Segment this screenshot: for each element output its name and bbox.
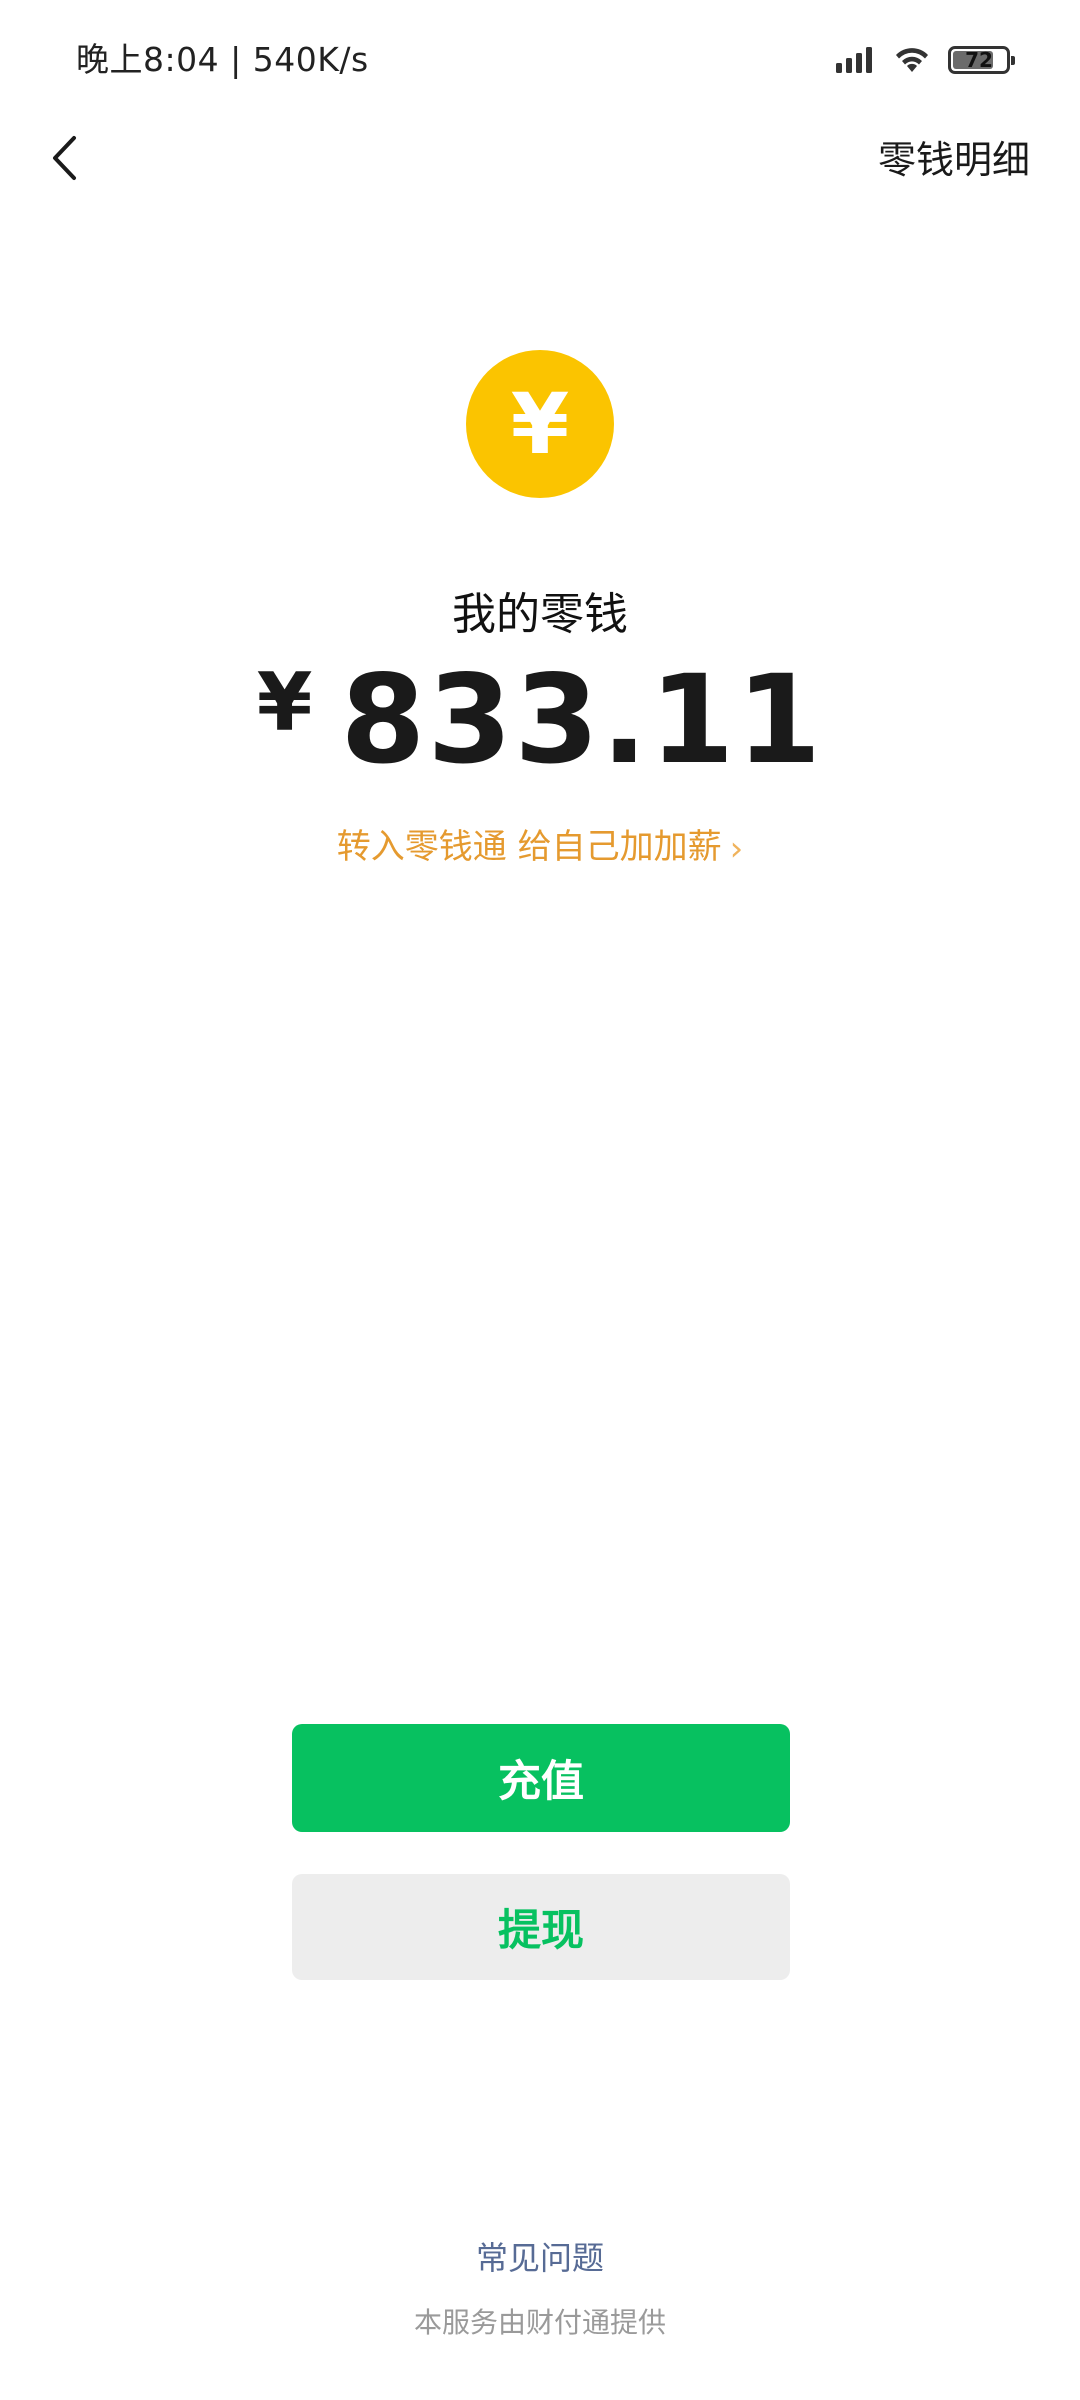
withdraw-button[interactable]: 提现 bbox=[292, 1874, 790, 1980]
status-icons: 72 bbox=[836, 40, 1015, 80]
wifi-icon bbox=[896, 48, 928, 72]
status-time: 晚上8:04 | 540K/s bbox=[76, 40, 369, 79]
gesture-bar bbox=[0, 2370, 1080, 2400]
balance-amount: ¥ 833.11 bbox=[0, 650, 1080, 790]
provider-note: 本服务由财付通提供 bbox=[413, 2306, 666, 2339]
chevron-left-icon bbox=[53, 136, 76, 180]
battery-icon: 72 bbox=[948, 46, 1015, 74]
coin-symbol: ¥ bbox=[510, 375, 570, 473]
promo-label: 转入零钱通 给自己加加薪 bbox=[336, 827, 722, 867]
change-details-link[interactable]: 零钱明细 bbox=[878, 130, 1030, 190]
chevron-right-icon: › bbox=[729, 828, 744, 869]
yuan-coin-icon: ¥ bbox=[466, 350, 614, 498]
promo-link[interactable]: 转入零钱通 给自己加加薪 › bbox=[0, 822, 1080, 874]
status-bar: 晚上8:04 | 540K/s 72 bbox=[0, 0, 1080, 120]
recharge-button[interactable]: 充值 bbox=[292, 1724, 790, 1832]
currency-symbol: ¥ bbox=[256, 656, 313, 749]
signal-icon bbox=[836, 47, 872, 73]
amount-value: 833.11 bbox=[340, 649, 824, 791]
back-button[interactable] bbox=[36, 118, 92, 198]
faq-link[interactable]: 常见问题 bbox=[0, 2234, 1080, 2282]
balance-label: 我的零钱 bbox=[452, 589, 628, 640]
battery-level: 72 bbox=[965, 48, 993, 72]
